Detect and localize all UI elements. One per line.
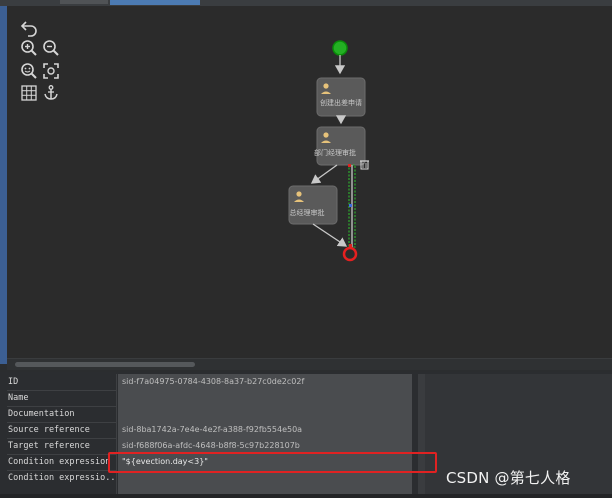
bpmn-diagram: 创建出差申请 部门经理审批 总经理审批 [288,40,369,262]
property-row-source-reference[interactable]: Source reference sid-8ba1742a-7e4e-4e2f-… [0,422,612,438]
selected-sequence-flow[interactable] [348,164,356,248]
property-label: Name [8,393,29,403]
property-value[interactable]: sid-f7a04975-0784-4308-8a37-b27c0de2c02f [118,374,412,390]
property-label: Source reference [8,425,90,435]
bottom-edge [0,494,612,498]
task-label: 创建出差申请 [320,98,362,107]
task-label: 总经理审批 [290,208,325,217]
property-value[interactable] [118,406,412,422]
property-label: Target reference [8,441,90,451]
sequence-flow[interactable] [310,164,338,184]
highlight-box [108,452,437,473]
user-task[interactable]: 创建出差申请 [316,77,366,117]
editor-tab-active[interactable] [110,0,200,5]
property-row-name[interactable]: Name [0,390,612,406]
user-task[interactable]: 总经理审批 [288,185,338,225]
property-label: Condition expressio... [8,473,116,483]
user-task[interactable]: 部门经理审批 [314,126,366,166]
editor-tab[interactable] [60,0,108,4]
property-label: ID [8,377,19,387]
sequence-flow[interactable] [312,223,348,247]
property-label: Documentation [8,409,75,419]
property-value[interactable] [118,390,412,406]
end-event[interactable] [342,246,358,262]
left-edge-strip [0,6,7,364]
task-label: 部门经理审批 [314,148,356,157]
property-row-id[interactable]: ID sid-f7a04975-0784-4308-8a37-b27c0de2c… [0,374,612,390]
start-event[interactable] [332,40,348,56]
canvas-horizontal-scrollbar[interactable] [7,358,612,370]
property-value[interactable]: sid-8ba1742a-7e4e-4e2f-a388-f92fb554e50a [118,422,412,438]
watermark: CSDN @第七人格 [446,469,571,487]
property-row-documentation[interactable]: Documentation [0,406,612,422]
scrollbar-thumb[interactable] [15,362,195,367]
property-label: Condition expression [8,457,111,467]
